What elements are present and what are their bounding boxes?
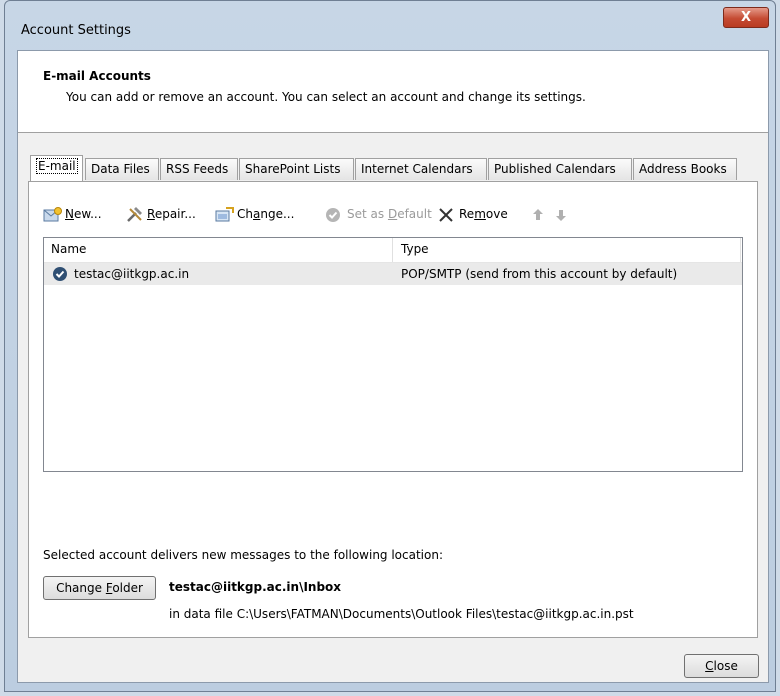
window-title: Account Settings	[21, 23, 131, 38]
close-x-icon	[437, 207, 457, 223]
dialog-client-area: E-mail Accounts You can add or remove an…	[17, 50, 769, 683]
column-divider[interactable]	[740, 238, 741, 262]
arrow-up-icon	[530, 207, 550, 223]
column-header-type[interactable]: Type	[401, 242, 429, 256]
set-as-default-button[interactable]: Set as Default	[325, 204, 432, 224]
tab-email[interactable]: E-mail	[30, 155, 83, 181]
header-description: You can add or remove an account. You ca…	[66, 90, 586, 104]
tab-rss-feeds[interactable]: RSS Feeds	[160, 158, 238, 180]
window-close-button[interactable]: X	[723, 7, 769, 28]
repair-label-key: R	[147, 207, 155, 221]
change-settings-icon	[215, 206, 235, 223]
repair-button[interactable]: Repair...	[125, 204, 196, 224]
dialog-header: E-mail Accounts You can add or remove an…	[18, 51, 768, 133]
arrow-down-icon	[553, 207, 573, 223]
move-down-button[interactable]	[553, 204, 575, 224]
repair-label-post: epair...	[154, 207, 196, 221]
change-button[interactable]: Change...	[215, 204, 294, 224]
set-default-label-post: efault	[397, 207, 432, 221]
change-label-post: nge...	[260, 207, 295, 221]
accounts-list[interactable]: Name Type testac@iitkgp.ac.in POP/SMTP (…	[43, 237, 743, 472]
header-title: E-mail Accounts	[43, 69, 151, 83]
close-label-post: lose	[713, 659, 738, 673]
column-header-name[interactable]: Name	[51, 242, 86, 256]
list-header: Name Type	[44, 238, 742, 263]
email-tab-panel: New... Repair... Change... Set as Defaul…	[28, 181, 758, 638]
new-label-key: N	[65, 207, 74, 221]
account-settings-window: Account Settings X E-mail Accounts You c…	[4, 0, 776, 692]
close-button[interactable]: Close	[684, 654, 759, 678]
tab-published-calendars[interactable]: Published Calendars	[488, 158, 632, 180]
move-up-button[interactable]	[530, 204, 552, 224]
change-folder-label-pre: Change	[56, 581, 106, 595]
data-file-path: in data file C:\Users\FATMAN\Documents\O…	[169, 607, 634, 621]
close-label-key: C	[705, 659, 714, 673]
tab-internet-calendars[interactable]: Internet Calendars	[355, 158, 487, 180]
account-name: testac@iitkgp.ac.in	[74, 267, 190, 281]
checkmark-circle-icon	[325, 207, 345, 223]
tab-address-books[interactable]: Address Books	[633, 158, 737, 180]
new-account-icon	[43, 206, 63, 223]
change-folder-label-post: older	[112, 581, 143, 595]
new-button[interactable]: New...	[43, 204, 102, 224]
remove-label-pre: Re	[459, 207, 475, 221]
tab-email-label: E-mail	[36, 158, 78, 174]
delivery-location-label: Selected account delivers new messages t…	[43, 548, 444, 562]
table-row[interactable]: testac@iitkgp.ac.in POP/SMTP (send from …	[44, 263, 742, 285]
change-label-pre: Ch	[237, 207, 253, 221]
default-account-check-icon	[52, 266, 68, 285]
tab-data-files[interactable]: Data Files	[85, 158, 159, 180]
column-divider[interactable]	[392, 238, 393, 262]
set-default-label-pre: Set as	[347, 207, 388, 221]
set-default-label-key: D	[387, 207, 398, 221]
delivery-folder-path: testac@iitkgp.ac.in\Inbox	[169, 580, 342, 594]
new-label-post: ew...	[73, 207, 102, 221]
remove-label-key: m	[474, 207, 486, 221]
change-folder-button[interactable]: Change Folder	[43, 576, 156, 600]
remove-button[interactable]: Remove	[437, 204, 508, 224]
repair-tools-icon	[125, 206, 145, 223]
tab-sharepoint-lists[interactable]: SharePoint Lists	[239, 158, 354, 180]
account-type: POP/SMTP (send from this account by defa…	[401, 267, 678, 281]
remove-label-post: ove	[485, 207, 508, 221]
